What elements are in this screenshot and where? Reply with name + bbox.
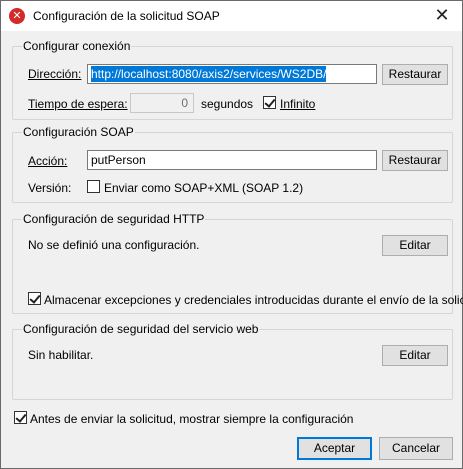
always-show-label: Antes de enviar la solicitud, mostrar si… <box>30 412 354 426</box>
store-credentials-label: Almacenar excepciones y credenciales int… <box>44 293 463 307</box>
infinite-checkbox[interactable] <box>263 96 276 109</box>
http-security-group: Configuración de seguridad HTTP No se de… <box>12 212 463 314</box>
action-input[interactable]: putPerson <box>87 150 377 170</box>
store-credentials-checkbox[interactable] <box>28 292 41 305</box>
close-icon[interactable]: ✕ <box>428 5 456 27</box>
window-title: Configuración de la solicitud SOAP <box>33 9 220 23</box>
altova-app-icon: ✕ <box>9 8 25 24</box>
soap12-label: Enviar como SOAP+XML (SOAP 1.2) <box>104 181 304 195</box>
http-security-group-title: Configuración de seguridad HTTP <box>22 212 206 226</box>
address-input[interactable]: http://localhost:8080/axis2/services/WS2… <box>87 64 377 84</box>
connection-group: Configurar conexión Dirección: http://lo… <box>12 39 453 120</box>
action-label: Acción: <box>28 154 68 168</box>
http-security-status: No se definió una configuración. <box>28 238 200 252</box>
title-bar: ✕ Configuración de la solicitud SOAP ✕ <box>1 1 462 31</box>
connection-group-title: Configurar conexión <box>22 39 132 53</box>
accept-button[interactable]: Aceptar <box>297 437 372 460</box>
cancel-button[interactable]: Cancelar <box>379 437 453 460</box>
ws-security-status: Sin habilitar. <box>28 348 94 362</box>
soap12-checkbox[interactable] <box>87 180 100 193</box>
address-label: Dirección: <box>28 67 82 81</box>
timeout-label: Tiempo de espera: <box>28 97 128 111</box>
soap-group-title: Configuración SOAP <box>22 125 135 139</box>
ws-security-group-title: Configuración de seguridad del servicio … <box>22 322 260 336</box>
ws-security-group: Configuración de seguridad del servicio … <box>12 322 453 400</box>
ws-security-edit-button[interactable]: Editar <box>382 345 448 366</box>
soap-group: Configuración SOAP Acción: putPerson Res… <box>12 125 453 203</box>
address-restore-button[interactable]: Restaurar <box>382 64 448 85</box>
infinite-label: Infinito <box>280 97 316 111</box>
action-restore-button[interactable]: Restaurar <box>382 150 448 171</box>
always-show-checkbox[interactable] <box>14 411 27 424</box>
http-security-edit-button[interactable]: Editar <box>382 235 448 256</box>
version-label: Versión: <box>28 181 72 195</box>
timeout-input[interactable]: 0 <box>130 93 194 113</box>
seconds-label: segundos <box>201 97 254 111</box>
dialog-window: ✕ Configuración de la solicitud SOAP ✕ C… <box>0 0 463 469</box>
address-value: http://localhost:8080/axis2/services/WS2… <box>91 66 327 82</box>
